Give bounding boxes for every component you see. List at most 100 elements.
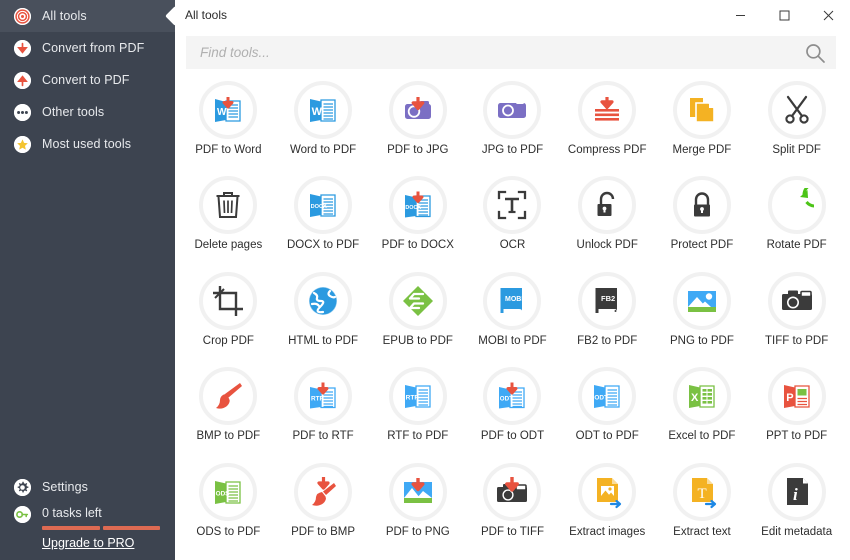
tool-ppt-to-pdf[interactable]: P PPT to PDF bbox=[749, 365, 844, 460]
ellipsis-icon bbox=[14, 104, 31, 121]
svg-text:ODT: ODT bbox=[595, 395, 609, 402]
tool-label: PNG to PDF bbox=[670, 335, 734, 348]
tool-label: HTML to PDF bbox=[288, 335, 358, 348]
tool-merge-pdf[interactable]: Merge PDF bbox=[655, 79, 750, 174]
tool-jpg-to-pdf[interactable]: JPG to PDF bbox=[465, 79, 560, 174]
tool-compress-pdf[interactable]: Compress PDF bbox=[560, 79, 655, 174]
tool-label: Extract images bbox=[569, 526, 645, 539]
split-pdf-icon bbox=[768, 81, 826, 139]
tool-extract-images[interactable]: Extract images bbox=[560, 461, 655, 556]
tool-label: RTF to PDF bbox=[387, 430, 448, 443]
tool-pdf-to-word[interactable]: W PDF to Word bbox=[181, 79, 276, 174]
tool-pdf-to-tiff[interactable]: PDF to TIFF bbox=[465, 461, 560, 556]
tool-word-to-pdf[interactable]: W Word to PDF bbox=[276, 79, 371, 174]
tool-label: ODT to PDF bbox=[576, 430, 639, 443]
progress-segment bbox=[103, 526, 160, 530]
tool-label: FB2 to PDF bbox=[577, 335, 637, 348]
tool-label: Compress PDF bbox=[568, 144, 647, 157]
svg-text:i: i bbox=[793, 485, 798, 504]
minimize-button[interactable] bbox=[718, 0, 762, 30]
tool-excel-to-pdf[interactable]: X Excel to PDF bbox=[655, 365, 750, 460]
svg-text:RTF: RTF bbox=[311, 396, 324, 403]
tool-crop-pdf[interactable]: Crop PDF bbox=[181, 270, 276, 365]
sidebar-item-convert-to-pdf[interactable]: Convert to PDF bbox=[0, 64, 175, 96]
tool-odt-to-pdf[interactable]: ODT ODT to PDF bbox=[560, 365, 655, 460]
sidebar-item-settings[interactable]: Settings bbox=[0, 472, 175, 502]
pdf-to-word-icon: W bbox=[199, 81, 257, 139]
pdf-to-jpg-icon bbox=[389, 81, 447, 139]
search-bar[interactable] bbox=[186, 36, 836, 69]
brush-icon bbox=[199, 367, 257, 425]
sidebar: All tools Convert from PDF bbox=[0, 0, 175, 560]
tool-ods-to-pdf[interactable]: ODS ODS to PDF bbox=[181, 461, 276, 556]
sidebar-spacer bbox=[0, 160, 175, 472]
tool-bmp-to-pdf[interactable]: BMP to PDF bbox=[181, 365, 276, 460]
svg-text:DOCX: DOCX bbox=[405, 205, 421, 211]
search-input[interactable] bbox=[198, 44, 804, 61]
search-icon[interactable] bbox=[804, 42, 826, 64]
tool-label: MOBI to PDF bbox=[478, 335, 546, 348]
tool-label: Split PDF bbox=[772, 144, 821, 157]
maximize-button[interactable] bbox=[762, 0, 806, 30]
ods-icon: ODS bbox=[199, 463, 257, 521]
mobi-icon: MOBI bbox=[483, 272, 541, 330]
tool-tiff-to-pdf[interactable]: TIFF to PDF bbox=[749, 270, 844, 365]
tool-delete-pages[interactable]: Delete pages bbox=[181, 174, 276, 269]
tool-split-pdf[interactable]: Split PDF bbox=[749, 79, 844, 174]
merge-pdf-icon bbox=[673, 81, 731, 139]
tool-ocr[interactable]: OCR bbox=[465, 174, 560, 269]
key-icon bbox=[14, 506, 31, 523]
jpg-to-pdf-icon bbox=[483, 81, 541, 139]
rotate-icon bbox=[768, 176, 826, 234]
tool-pdf-to-rtf[interactable]: RTF PDF to RTF bbox=[276, 365, 371, 460]
tool-pdf-to-bmp[interactable]: PDF to BMP bbox=[276, 461, 371, 556]
sidebar-item-convert-from-pdf[interactable]: Convert from PDF bbox=[0, 32, 175, 64]
tool-html-to-pdf[interactable]: HTML to PDF bbox=[276, 270, 371, 365]
sidebar-nav: All tools Convert from PDF bbox=[0, 0, 175, 160]
tool-fb2-to-pdf[interactable]: FB2 FB2 to PDF bbox=[560, 270, 655, 365]
tool-label: Extract text bbox=[673, 526, 731, 539]
tool-pdf-to-png[interactable]: PDF to PNG bbox=[370, 461, 465, 556]
sidebar-item-other-tools[interactable]: Other tools bbox=[0, 96, 175, 128]
tool-pdf-to-docx[interactable]: DOCX PDF to DOCX bbox=[370, 174, 465, 269]
camera-icon bbox=[768, 272, 826, 330]
close-button[interactable] bbox=[806, 0, 850, 30]
tool-edit-metadata[interactable]: i Edit metadata bbox=[749, 461, 844, 556]
docx-to-pdf-icon: DOCX bbox=[294, 176, 352, 234]
svg-text:X: X bbox=[691, 392, 699, 404]
trash-icon bbox=[199, 176, 257, 234]
sidebar-item-most-used-tools[interactable]: Most used tools bbox=[0, 128, 175, 160]
tool-label: PDF to BMP bbox=[291, 526, 355, 539]
tool-pdf-to-odt[interactable]: ODT PDF to ODT bbox=[465, 365, 560, 460]
tool-protect-pdf[interactable]: Protect PDF bbox=[655, 174, 750, 269]
tool-epub-to-pdf[interactable]: EPUB to PDF bbox=[370, 270, 465, 365]
tool-rotate-pdf[interactable]: Rotate PDF bbox=[749, 174, 844, 269]
tool-label: JPG to PDF bbox=[482, 144, 543, 157]
tool-extract-text[interactable]: T Extract text bbox=[655, 461, 750, 556]
tool-label: Merge PDF bbox=[673, 144, 732, 157]
unlock-icon bbox=[578, 176, 636, 234]
arrow-down-icon bbox=[14, 40, 31, 57]
upgrade-to-pro-link[interactable]: Upgrade to PRO bbox=[42, 536, 134, 550]
compress-pdf-icon bbox=[578, 81, 636, 139]
search-bar-container bbox=[175, 30, 850, 79]
tool-label: PDF to PNG bbox=[386, 526, 450, 539]
tool-mobi-to-pdf[interactable]: MOBI MOBI to PDF bbox=[465, 270, 560, 365]
svg-text:W: W bbox=[312, 106, 323, 118]
progress-segment bbox=[42, 526, 100, 530]
close-icon bbox=[823, 10, 834, 21]
sidebar-item-label: Convert to PDF bbox=[42, 74, 130, 87]
sidebar-item-all-tools[interactable]: All tools bbox=[0, 0, 175, 32]
tool-docx-to-pdf[interactable]: DOCX DOCX to PDF bbox=[276, 174, 371, 269]
edit-metadata-icon: i bbox=[768, 463, 826, 521]
tool-label: Delete pages bbox=[194, 239, 262, 252]
tool-unlock-pdf[interactable]: Unlock PDF bbox=[560, 174, 655, 269]
extract-images-icon bbox=[578, 463, 636, 521]
star-icon bbox=[14, 136, 31, 153]
tool-rtf-to-pdf[interactable]: RTF RTF to PDF bbox=[370, 365, 465, 460]
gear-icon bbox=[14, 479, 31, 496]
tool-png-to-pdf[interactable]: PNG to PDF bbox=[655, 270, 750, 365]
tasks-progress-bar bbox=[42, 526, 160, 530]
tool-label: Excel to PDF bbox=[668, 430, 735, 443]
tool-pdf-to-jpg[interactable]: PDF to JPG bbox=[370, 79, 465, 174]
